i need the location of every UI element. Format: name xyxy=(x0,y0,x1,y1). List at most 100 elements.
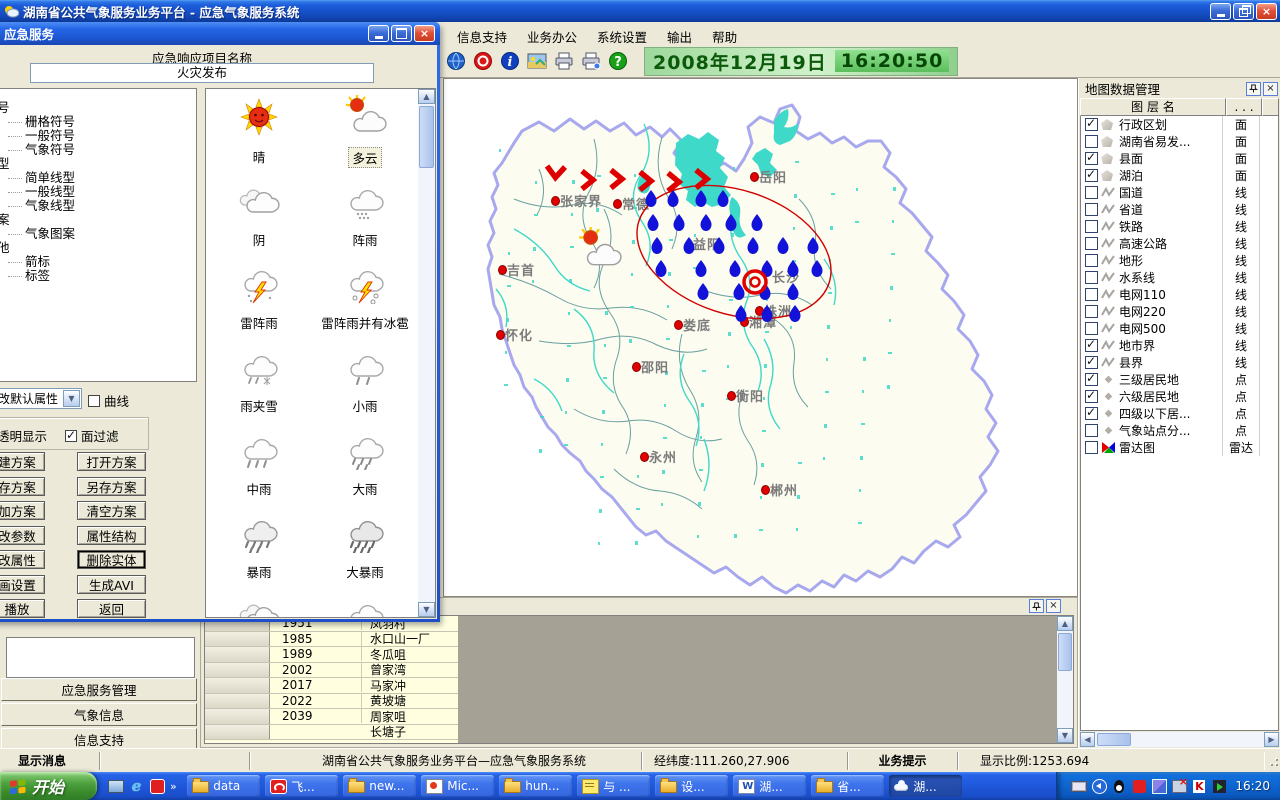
layer-visibility-checkbox[interactable] xyxy=(1085,186,1098,199)
layer-row[interactable]: ◆ 行政区划 面 xyxy=(1081,116,1278,133)
layer-row[interactable]: ◆ 省道 线 xyxy=(1081,201,1278,218)
taskbar-window-button[interactable]: 与 ... xyxy=(577,775,650,797)
close-icon[interactable]: × xyxy=(1046,599,1061,613)
layer-type-column-header[interactable]: . . . xyxy=(1226,98,1262,116)
table-row[interactable]: 1985 水口山一厂 xyxy=(205,632,458,648)
language-icon[interactable] xyxy=(1091,778,1107,794)
scheme-button-right[interactable]: 清空方案 xyxy=(77,501,146,520)
weather-symbol-item[interactable]: 雨夹雪 xyxy=(206,338,312,421)
layer-visibility-checkbox[interactable] xyxy=(1085,288,1098,301)
layer-row[interactable]: ◆ 铁路 线 xyxy=(1081,218,1278,235)
scroll-right-icon[interactable]: ▶ xyxy=(1264,732,1279,747)
transparent-checkbox-row[interactable]: 透明显示 xyxy=(0,426,47,445)
scroll-down-icon[interactable]: ▼ xyxy=(1057,728,1073,743)
close-icon[interactable]: × xyxy=(1263,82,1278,96)
windows-icon[interactable] xyxy=(1151,778,1167,794)
scheme-button-right[interactable]: 打开方案 xyxy=(77,452,146,471)
layer-visibility-checkbox[interactable] xyxy=(1085,203,1098,216)
project-name-input[interactable]: 火灾发布 xyxy=(30,63,374,83)
face-filter-checkbox[interactable] xyxy=(65,430,77,442)
scheme-button-left[interactable]: 建方案 xyxy=(0,452,45,471)
help-icon[interactable]: ? xyxy=(607,50,629,72)
layer-visibility-checkbox[interactable] xyxy=(1085,356,1098,369)
layer-visibility-checkbox[interactable] xyxy=(1085,424,1098,437)
layer-row[interactable]: ◆ 地市界 线 xyxy=(1081,337,1278,354)
scheme-button-left[interactable]: 加方案 xyxy=(0,501,45,520)
scheme-button-right[interactable]: 返回 xyxy=(77,599,146,618)
taskbar-window-button[interactable]: hun... xyxy=(499,775,572,797)
table-row[interactable]: 2039 周家咀 xyxy=(205,709,458,725)
weather-symbol-item[interactable]: 多云 xyxy=(312,89,418,172)
taskbar-window-button[interactable]: Mic... xyxy=(421,775,494,797)
tree-node[interactable]: 箭标 xyxy=(25,255,196,269)
tree-node[interactable]: 一般线型 xyxy=(25,185,196,199)
close-button[interactable]: × xyxy=(414,25,435,42)
weather-symbol-item[interactable]: 阵雨 xyxy=(312,172,418,255)
layer-visibility-checkbox[interactable] xyxy=(1085,407,1098,420)
show-desktop-icon[interactable] xyxy=(107,778,124,795)
stop-icon[interactable] xyxy=(472,50,494,72)
tree-node[interactable]: 号 xyxy=(0,101,196,115)
layer-visibility-checkbox[interactable] xyxy=(1085,322,1098,335)
weather-symbol-item[interactable]: 中雨 xyxy=(206,421,312,504)
nav-category-button[interactable]: 气象信息 xyxy=(1,703,197,726)
layer-row[interactable]: ◆ 六级居民地 点 xyxy=(1081,388,1278,405)
tree-node[interactable]: 简单线型 xyxy=(25,171,196,185)
image-icon[interactable] xyxy=(526,50,548,72)
layer-visibility-checkbox[interactable] xyxy=(1085,152,1098,165)
scroll-left-icon[interactable]: ◀ xyxy=(1080,732,1095,747)
tree-node[interactable]: 气象符号 xyxy=(25,143,196,157)
layer-visibility-checkbox[interactable] xyxy=(1085,118,1098,131)
performance-icon[interactable] xyxy=(1211,778,1227,794)
info-icon[interactable]: i xyxy=(499,50,521,72)
tree-node[interactable]: 栅格符号 xyxy=(25,115,196,129)
layer-visibility-checkbox[interactable] xyxy=(1085,220,1098,233)
pin-icon[interactable] xyxy=(1246,82,1261,96)
layer-visibility-checkbox[interactable] xyxy=(1085,373,1098,386)
layer-visibility-checkbox[interactable] xyxy=(1085,339,1098,352)
table-row[interactable]: 2002 曾家湾 xyxy=(205,663,458,679)
tree-node[interactable]: 气象线型 xyxy=(25,199,196,213)
symbol-panel-vscrollbar[interactable]: ▲ ▼ xyxy=(418,89,435,617)
weather-symbol-item[interactable] xyxy=(206,587,312,618)
layer-row[interactable]: ◆ 县面 面 xyxy=(1081,150,1278,167)
layer-row[interactable]: ◆ 湖泊 面 xyxy=(1081,167,1278,184)
layer-visibility-checkbox[interactable] xyxy=(1085,135,1098,148)
layer-row[interactable]: ◆ 雷达图 雷达 xyxy=(1081,439,1278,456)
table-row[interactable]: 2022 黄坡塘 xyxy=(205,694,458,710)
start-button[interactable]: 开始 xyxy=(0,772,97,800)
taskbar-window-button[interactable]: 设... xyxy=(655,775,728,797)
layer-row[interactable]: ◆ 地形 线 xyxy=(1081,252,1278,269)
layer-panel-hscrollbar[interactable]: ◀ ▶ xyxy=(1080,732,1279,747)
resize-grip[interactable] xyxy=(1266,754,1280,768)
scheme-button-right[interactable]: 另存方案 xyxy=(77,477,146,496)
taskbar-window-button[interactable]: 湖... xyxy=(733,775,806,797)
tree-node[interactable]: 标签 xyxy=(25,269,196,283)
chevron-more-icon[interactable]: » xyxy=(170,780,177,793)
tree-node[interactable]: 案 xyxy=(0,213,196,227)
print-icon[interactable] xyxy=(553,50,575,72)
layer-row[interactable]: ◆ 电网110 线 xyxy=(1081,286,1278,303)
taskbar-window-button[interactable]: new... xyxy=(343,775,416,797)
curve-checkbox[interactable] xyxy=(88,395,100,407)
table-row[interactable]: 长塘子 xyxy=(205,725,458,741)
table-row[interactable]: 2017 马家冲 xyxy=(205,678,458,694)
weather-symbol-item[interactable]: 大暴雨 xyxy=(312,504,418,587)
layer-visibility-checkbox[interactable] xyxy=(1085,254,1098,267)
tree-node[interactable]: 气象图案 xyxy=(25,227,196,241)
tray-clock[interactable]: 16:20 xyxy=(1235,779,1270,793)
minimize-button[interactable] xyxy=(368,25,389,42)
layer-row[interactable]: ◆ 三级居民地 点 xyxy=(1081,371,1278,388)
weather-symbol-item[interactable] xyxy=(312,587,418,618)
scheme-button-left[interactable]: 改参数 xyxy=(0,526,45,545)
keyboard-icon[interactable] xyxy=(1071,778,1087,794)
map-canvas[interactable]: 张家界 岳阳 常德 益阳 长沙 吉首 xyxy=(443,78,1078,597)
maximize-button[interactable] xyxy=(391,25,412,42)
dialog-titlebar[interactable]: 应急服务 × xyxy=(0,22,440,45)
layer-visibility-checkbox[interactable] xyxy=(1085,305,1098,318)
scroll-down-icon[interactable]: ▼ xyxy=(418,602,435,617)
nav-list-box[interactable] xyxy=(6,637,195,678)
layer-row[interactable]: ◆ 水系线 线 xyxy=(1081,269,1278,286)
scheme-button-left[interactable]: 画设置 xyxy=(0,575,45,594)
fetion-icon[interactable] xyxy=(1131,778,1147,794)
